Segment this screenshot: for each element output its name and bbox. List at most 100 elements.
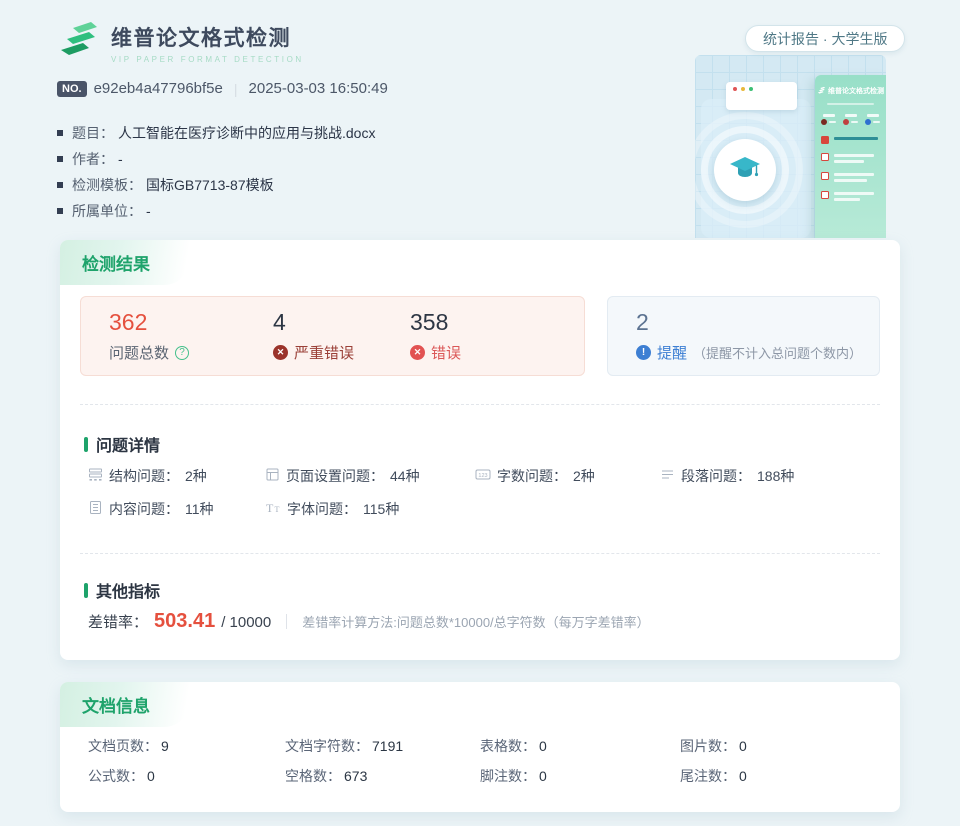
logo-title: 维普论文格式检测 bbox=[111, 22, 304, 52]
page-setup-icon bbox=[265, 467, 280, 485]
section-divider bbox=[80, 404, 880, 405]
issue-count: 2种 bbox=[185, 466, 207, 486]
help-icon[interactable] bbox=[175, 346, 189, 360]
report-no-badge: NO. bbox=[57, 81, 87, 97]
svg-text:T: T bbox=[275, 505, 280, 514]
issue-label: 字数问题： bbox=[497, 466, 567, 486]
rate-suffix: / 10000 bbox=[221, 614, 271, 631]
mini-error-dot bbox=[843, 119, 849, 125]
rate-divider bbox=[286, 614, 287, 629]
logo-chevrons-icon bbox=[57, 20, 101, 65]
issue-item-word-count: 123 字数问题： 2种 bbox=[475, 466, 660, 486]
meta-label: 所属单位： bbox=[72, 201, 142, 221]
doc-stat-tables: 表格数：0 bbox=[480, 736, 680, 756]
doc-card-title: 文档信息 bbox=[60, 682, 190, 727]
issue-count: 11种 bbox=[185, 499, 214, 519]
bullet-icon bbox=[57, 208, 63, 214]
issue-detail-grid: 结构问题： 2种 页面设置问题： 44种 123 字数问题： 2种 段落问题： 188种… bbox=[88, 466, 794, 519]
mini-logo-text: 维普论文格式检测 bbox=[828, 86, 884, 96]
result-card-title: 检测结果 bbox=[60, 240, 190, 285]
bullet-icon bbox=[57, 182, 63, 188]
structure-icon bbox=[88, 467, 103, 485]
app-logo: 维普论文格式检测 VIP PAPER FORMAT DETECTION bbox=[57, 20, 304, 65]
error-rate-row: 差错率： 503.41 / 10000 差错率计算方法:问题总数*10000/总… bbox=[88, 610, 650, 633]
doc-stat-images: 图片数：0 bbox=[680, 736, 880, 756]
issue-count: 115种 bbox=[363, 499, 399, 519]
issue-count: 188种 bbox=[757, 466, 794, 486]
bullet-icon bbox=[57, 156, 63, 162]
notice-note: （提醒不计入总问题个数内） bbox=[693, 343, 862, 362]
meta-value: - bbox=[118, 151, 123, 167]
issue-count: 2种 bbox=[573, 466, 595, 486]
total-issues-value: 362 bbox=[109, 310, 273, 335]
severe-errors-value: 4 bbox=[273, 310, 410, 335]
report-no-row: NO. e92eb4a47796bf5e | 2025-03-03 16:50:… bbox=[57, 80, 388, 97]
title-bar-icon bbox=[84, 583, 88, 598]
section-divider bbox=[80, 553, 880, 554]
rate-label: 差错率： bbox=[88, 611, 148, 632]
header-illustration: 维普论文格式检测 bbox=[695, 55, 886, 238]
errors-value: 358 bbox=[410, 310, 461, 335]
error-icon bbox=[410, 345, 425, 360]
report-divider: | bbox=[234, 81, 238, 97]
notice-value: 2 bbox=[636, 310, 879, 335]
mini-badges bbox=[821, 114, 880, 125]
issue-label: 结构问题： bbox=[109, 466, 179, 486]
doc-stats-grid: 文档页数：9 文档字符数：7191 表格数：0 图片数：0 公式数：0 空格数：… bbox=[88, 736, 880, 786]
issue-detail-title: 问题详情 bbox=[84, 432, 160, 456]
paragraph-icon bbox=[660, 467, 675, 485]
other-metrics-title: 其他指标 bbox=[84, 578, 160, 602]
mini-logo-chevrons-icon bbox=[817, 82, 826, 100]
doc-stat-formulas: 公式数：0 bbox=[88, 766, 285, 786]
total-issues-label: 问题总数 bbox=[109, 342, 169, 363]
meta-label: 作者： bbox=[72, 149, 114, 169]
notice-stats-box: 2 提醒 （提醒不计入总问题个数内） bbox=[607, 296, 880, 376]
issue-item-page-setup: 页面设置问题： 44种 bbox=[265, 466, 475, 486]
graduation-circle bbox=[714, 139, 776, 201]
report-id: e92eb4a47796bf5e bbox=[94, 80, 223, 97]
result-card: 检测结果 362 问题总数 4 严重错误 358 bbox=[60, 240, 900, 660]
mini-report-panel: 维普论文格式检测 bbox=[815, 75, 886, 238]
title-bar-icon bbox=[84, 437, 88, 452]
mini-notice-dot bbox=[865, 119, 871, 125]
issue-label: 内容问题： bbox=[109, 499, 179, 519]
document-meta-list: 题目： 人工智能在医疗诊断中的应用与挑战.docx 作者： - 检测模板： 国标… bbox=[57, 120, 375, 224]
doc-stat-endnotes: 尾注数：0 bbox=[680, 766, 880, 786]
graduation-cap-icon bbox=[728, 155, 762, 186]
traffic-dot-red bbox=[733, 87, 737, 91]
svg-text:123: 123 bbox=[478, 473, 487, 479]
mini-logo-subline bbox=[827, 103, 874, 105]
meta-value: 人工智能在医疗诊断中的应用与挑战.docx bbox=[118, 123, 375, 143]
issue-item-structure: 结构问题： 2种 bbox=[88, 466, 265, 486]
content-icon bbox=[88, 500, 103, 518]
notice-label: 提醒 bbox=[657, 342, 687, 363]
doc-info-card: 文档信息 文档页数：9 文档字符数：7191 表格数：0 图片数：0 公式数：0… bbox=[60, 682, 900, 812]
svg-text:T: T bbox=[266, 501, 274, 515]
meta-item-title: 题目： 人工智能在医疗诊断中的应用与挑战.docx bbox=[57, 120, 375, 146]
doc-stat-pages: 文档页数：9 bbox=[88, 736, 285, 756]
meta-value: 国标GB7713-87模板 bbox=[146, 175, 274, 195]
doc-stat-chars: 文档字符数：7191 bbox=[285, 736, 480, 756]
severe-error-icon bbox=[273, 345, 288, 360]
issue-item-paragraph: 段落问题： 188种 bbox=[660, 466, 794, 486]
mini-issue-list bbox=[821, 136, 880, 201]
version-badge[interactable]: 统计报告 · 大学生版 bbox=[745, 25, 905, 52]
issue-item-font: TT 字体问题： 115种 bbox=[265, 499, 475, 519]
traffic-dot-yellow bbox=[741, 87, 745, 91]
report-time: 2025-03-03 16:50:49 bbox=[249, 80, 388, 97]
issue-count: 44种 bbox=[390, 466, 420, 486]
word-count-icon: 123 bbox=[475, 467, 491, 485]
issue-label: 段落问题： bbox=[681, 466, 751, 486]
bullet-icon bbox=[57, 130, 63, 136]
issue-label: 页面设置问题： bbox=[286, 466, 384, 486]
rate-value: 503.41 bbox=[154, 610, 215, 633]
traffic-dot-green bbox=[749, 87, 753, 91]
issue-stats-box: 362 问题总数 4 严重错误 358 错误 bbox=[80, 296, 585, 376]
doc-stat-footnotes: 脚注数：0 bbox=[480, 766, 680, 786]
issue-label: 字体问题： bbox=[287, 499, 357, 519]
logo-subtitle: VIP PAPER FORMAT DETECTION bbox=[111, 55, 304, 64]
doc-stat-spaces: 空格数：673 bbox=[285, 766, 480, 786]
severe-errors-label: 严重错误 bbox=[294, 342, 354, 363]
browser-mockup bbox=[726, 82, 797, 110]
meta-label: 题目： bbox=[72, 123, 114, 143]
